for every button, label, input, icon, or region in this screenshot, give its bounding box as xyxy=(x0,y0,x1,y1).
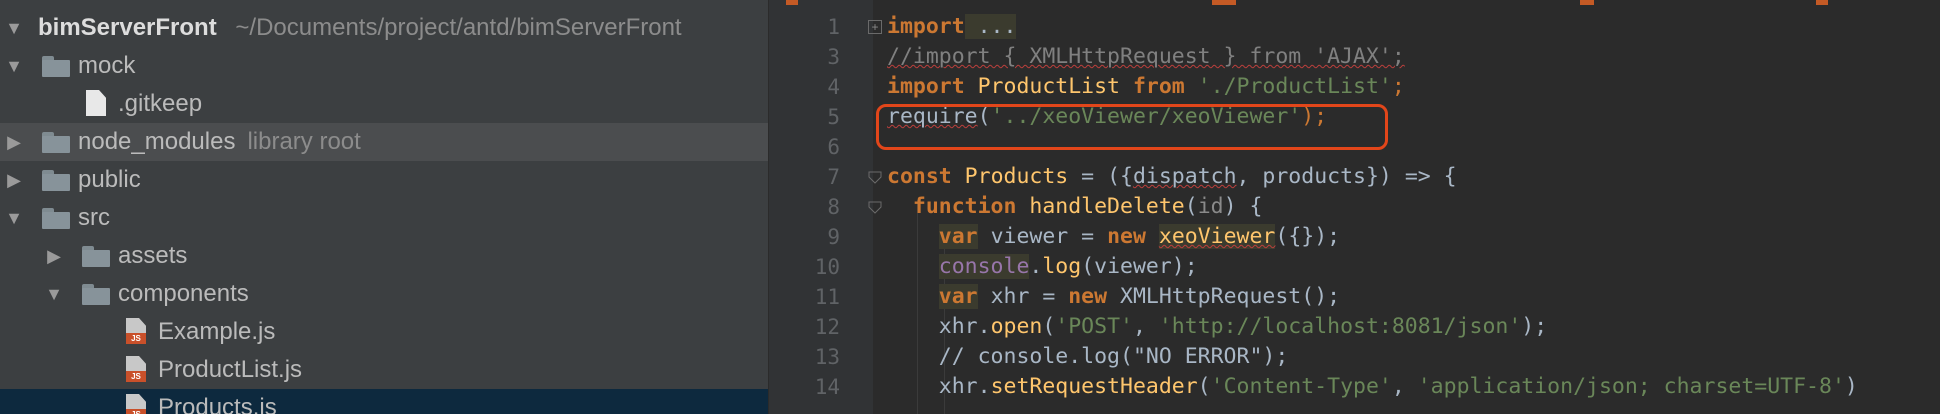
chevron-down-icon[interactable]: ▼ xyxy=(4,199,24,237)
tree-item-products-js[interactable]: JS Products.js xyxy=(0,389,768,414)
line-number: 9 xyxy=(827,225,840,249)
code-line-3: //import { XMLHttpRequest } from 'AJAX'; xyxy=(887,44,1405,69)
js-file-icon: JS xyxy=(126,394,146,414)
tree-item-productlist-js[interactable]: JS ProductList.js xyxy=(0,351,768,389)
js-file-icon: JS xyxy=(126,318,146,344)
tree-item-mock[interactable]: ▼ mock xyxy=(0,47,768,85)
chevron-down-icon[interactable]: ▼ xyxy=(44,275,64,313)
folder-icon xyxy=(42,56,70,77)
tree-item-label: Example.js xyxy=(158,318,276,345)
line-number: 13 xyxy=(814,345,840,369)
code-line-11: var xhr = new XMLHttpRequest(); xyxy=(938,284,1341,309)
code-line-14: xhr.setRequestHeader('Content-Type', 'ap… xyxy=(938,374,1858,399)
tree-item-label: Products.js xyxy=(158,394,277,414)
tree-item-example-js[interactable]: JS Example.js xyxy=(0,313,768,351)
tree-item-label: src xyxy=(78,204,110,231)
chevron-right-icon[interactable]: ▶ xyxy=(44,237,64,275)
line-number: 7 xyxy=(827,165,840,189)
line-number: 12 xyxy=(814,315,840,339)
chevron-right-icon[interactable]: ▶ xyxy=(4,161,24,199)
project-root[interactable]: ▼ bimServerFront ~/Documents/project/ant… xyxy=(0,9,768,47)
tree-item-gitkeep[interactable]: .gitkeep xyxy=(0,85,768,123)
line-number: 6 xyxy=(827,135,840,159)
code-line-9: var viewer = new xeoViewer({}); xyxy=(938,224,1341,249)
code-line-7: const Products = ({dispatch, products}) … xyxy=(887,164,1457,189)
folder-icon xyxy=(42,170,70,191)
code-line-4: import ProductList from './ProductList'; xyxy=(887,74,1405,99)
folder-icon xyxy=(82,284,110,305)
marker xyxy=(786,0,798,5)
file-icon xyxy=(86,90,106,116)
line-number: 10 xyxy=(814,255,840,279)
chevron-down-icon[interactable]: ▼ xyxy=(4,9,24,47)
tree-item-assets[interactable]: ▶ assets xyxy=(0,237,768,275)
line-number: 4 xyxy=(827,75,840,99)
tree-item-node-modules[interactable]: ▶ node_modules library root xyxy=(0,123,768,161)
folder-icon xyxy=(82,246,110,267)
js-file-icon: JS xyxy=(126,356,146,382)
line-number: 11 xyxy=(814,285,840,309)
tree-item-src[interactable]: ▼ src xyxy=(0,199,768,237)
chevron-down-icon[interactable]: ▼ xyxy=(4,47,24,85)
tree-item-label: assets xyxy=(118,242,188,269)
folder-icon xyxy=(42,208,70,229)
tree-item-label: components xyxy=(118,280,249,307)
code-line-1: import ... xyxy=(887,14,1017,39)
code-line-8: function handleDelete(id) { xyxy=(912,194,1263,219)
tree-item-public[interactable]: ▶ public xyxy=(0,161,768,199)
chevron-right-icon[interactable]: ▶ xyxy=(4,123,24,161)
code-line-12: xhr.open('POST', 'http://localhost:8081/… xyxy=(938,314,1548,339)
tree-item-label: .gitkeep xyxy=(118,90,203,117)
code-line-13: // console.log("NO ERROR"); xyxy=(938,344,1289,369)
line-number: 5 xyxy=(827,105,840,129)
project-panel: ▼ bimServerFront ~/Documents/project/ant… xyxy=(0,0,768,414)
tree-item-label: ProductList.js xyxy=(158,356,303,383)
line-number: 8 xyxy=(827,195,840,219)
tree-item-components[interactable]: ▼ components xyxy=(0,275,768,313)
project-path: ~/Documents/project/antd/bimServerFront xyxy=(235,14,682,41)
tree-item-label: node_modules xyxy=(78,128,236,155)
folder-icon xyxy=(42,132,70,153)
library-root-hint: library root xyxy=(247,128,361,155)
line-number: 1 xyxy=(827,15,840,39)
project-name: bimServerFront xyxy=(38,14,217,41)
tree-item-label: mock xyxy=(78,52,136,79)
code-line-10: console.log(viewer); xyxy=(938,254,1198,279)
line-number: 3 xyxy=(827,45,840,69)
highlight-annotation-box xyxy=(876,104,1388,150)
tree-item-label: public xyxy=(78,166,141,193)
line-number: 14 xyxy=(814,375,840,399)
